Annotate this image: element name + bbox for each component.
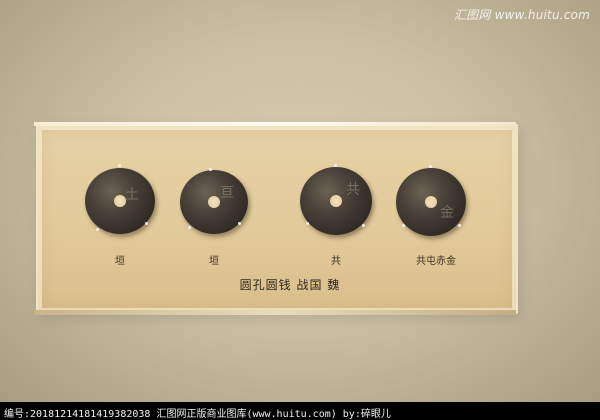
mount-pin — [145, 222, 148, 225]
mount-pin — [96, 228, 99, 231]
coin-label-3: 共 — [331, 256, 341, 267]
mount-pin — [334, 164, 337, 167]
photo-scene: 汇图网 www.huitu.com 土 亘 共 金 垣 垣 共 共屯赤金 圆孔圆… — [0, 0, 600, 402]
display-caption: 圆孔圆钱 战国 魏 — [239, 278, 341, 292]
display-case-top-edge — [34, 122, 516, 126]
mount-pin — [362, 224, 365, 227]
mount-pin — [238, 222, 241, 225]
mount-pin — [188, 226, 191, 229]
bottom-info-bar: 编号:20181214181419382038 汇图网正版商业图库(www.hu… — [0, 402, 600, 420]
mount-pin — [118, 164, 121, 167]
coin-hole — [208, 196, 220, 208]
coin-label-2: 垣 — [209, 256, 219, 267]
coin-inscription-mark: 共 — [346, 182, 360, 198]
coin-inscription-mark: 金 — [440, 205, 454, 221]
mount-pin — [402, 224, 405, 227]
display-case-bottom-edge — [34, 310, 516, 315]
mount-pin — [429, 165, 432, 168]
bottom-info-text: 编号:20181214181419382038 汇图网正版商业图库(www.hu… — [4, 409, 391, 420]
mount-pin — [306, 222, 309, 225]
coin-label-4: 共屯赤金 — [416, 256, 456, 267]
mount-pin — [458, 224, 461, 227]
coin-hole — [425, 196, 437, 208]
coin-inscription-mark: 土 — [125, 187, 139, 203]
mount-pin — [209, 168, 212, 171]
coin-label-1: 垣 — [115, 256, 125, 267]
coin-4: 金 — [396, 168, 466, 236]
coin-hole — [330, 195, 342, 207]
watermark-top: 汇图网 www.huitu.com — [453, 8, 590, 22]
coin-inscription-mark: 亘 — [220, 185, 234, 201]
